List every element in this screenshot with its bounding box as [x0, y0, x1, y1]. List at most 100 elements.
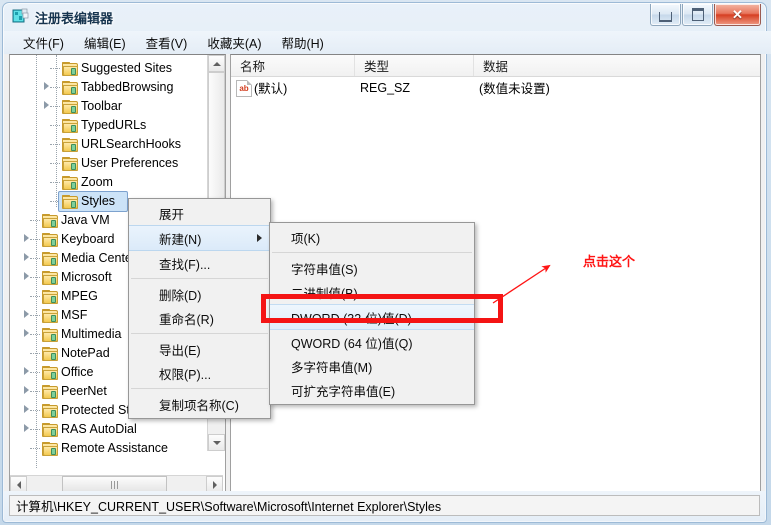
menu-item-label: 多字符串值(M): [291, 360, 373, 375]
ctx-rename[interactable]: 重命名(R): [129, 306, 270, 330]
tree-node-label: User Preferences: [81, 156, 179, 170]
regedit-icon: [12, 8, 29, 25]
expand-arrow-icon[interactable]: [42, 101, 51, 110]
folder-icon: [62, 137, 78, 152]
tree-node[interactable]: URLSearchHooks: [10, 134, 206, 153]
tree-connector: [30, 258, 40, 260]
menu-item-label: QWORD (64 位)值(Q): [291, 336, 413, 351]
submenu-arrow-icon: [257, 234, 262, 242]
ctx-delete[interactable]: 删除(D): [129, 282, 270, 306]
column-header-name[interactable]: 名称: [231, 55, 355, 76]
new-item-submenu[interactable]: 项(K) 字符串值(S) 二进制值(B) DWORD (32-位)值(D) QWORD …: [269, 222, 475, 405]
folder-icon: [42, 270, 58, 285]
tree-node-label: Keyboard: [61, 232, 115, 246]
expand-arrow-icon[interactable]: [22, 310, 31, 319]
tree-node[interactable]: Toolbar: [10, 96, 206, 115]
minimize-button[interactable]: [650, 4, 681, 26]
table-row[interactable]: ab (默认) REG_SZ (数值未设置): [231, 78, 760, 97]
sub-key[interactable]: 项(K): [270, 225, 474, 249]
context-menu[interactable]: 展开新建(N) 查找(F)... 删除(D) 重命名(R) 导出(E) 权限(P)... 复…: [128, 198, 271, 419]
tree-node[interactable]: TabbedBrowsing: [10, 77, 206, 96]
tree-connector: [30, 220, 40, 222]
expand-arrow-icon[interactable]: [22, 367, 31, 376]
menu-item-label: 重命名(R): [159, 312, 214, 327]
tree-node[interactable]: Suggested Sites: [10, 58, 206, 77]
sub-binary-value[interactable]: 二进制值(B): [270, 280, 474, 304]
chevron-right-icon: [212, 480, 217, 489]
sub-qword-value[interactable]: QWORD (64 位)值(Q): [270, 330, 474, 354]
column-header-data[interactable]: 数据: [474, 55, 760, 76]
folder-icon: [42, 384, 58, 399]
tree-node[interactable]: Remote Assistance: [10, 438, 206, 457]
folder-icon: [42, 365, 58, 380]
tree-node-label: TypedURLs: [81, 118, 147, 132]
menu-help[interactable]: 帮助(H): [272, 30, 332, 55]
tree-connector: [50, 144, 60, 146]
ctx-find[interactable]: 查找(F)...: [129, 251, 270, 275]
tree-node-label: NotePad: [61, 346, 110, 360]
folder-icon: [42, 441, 58, 456]
ctx-copy-key-name[interactable]: 复制项名称(C): [129, 392, 270, 416]
sub-dword-value[interactable]: DWORD (32-位)值(D): [270, 304, 474, 330]
tree-connector: [50, 106, 60, 108]
maximize-button[interactable]: [682, 4, 713, 26]
close-button[interactable]: ✕: [714, 4, 761, 26]
tree-connector: [50, 125, 60, 127]
menu-favorites[interactable]: 收藏夹(A): [198, 30, 270, 55]
tree-node[interactable]: User Preferences: [10, 153, 206, 172]
expand-arrow-icon[interactable]: [42, 82, 51, 91]
tree-connector: [50, 163, 60, 165]
expand-arrow-icon[interactable]: [22, 405, 31, 414]
expand-arrow-icon[interactable]: [22, 253, 31, 262]
folder-icon: [62, 99, 78, 114]
ctx-new[interactable]: 新建(N): [129, 225, 270, 251]
tree-node-label: TabbedBrowsing: [81, 80, 174, 94]
ctx-permissions[interactable]: 权限(P)...: [129, 361, 270, 385]
grip-icon: [111, 480, 118, 489]
sub-expandable-string-value[interactable]: 可扩充字符串值(E): [270, 378, 474, 402]
close-icon: ✕: [732, 7, 743, 22]
tree-node-content: Microsoft: [42, 270, 112, 285]
tree-node-content: TabbedBrowsing: [62, 80, 174, 95]
tree-connector: [30, 334, 40, 336]
tree-node-content: MSF: [42, 308, 87, 323]
minimize-icon: [659, 12, 672, 22]
tree-node[interactable]: RAS AutoDial: [10, 419, 206, 438]
tree-connector: [50, 68, 60, 70]
menu-separator: [272, 252, 472, 253]
tree-node-content: TypedURLs: [62, 118, 147, 133]
tree-node-content: Java VM: [42, 213, 110, 228]
status-bar: 计算机\HKEY_CURRENT_USER\Software\Microsoft…: [4, 491, 765, 521]
expand-arrow-icon[interactable]: [22, 424, 31, 433]
column-header-type[interactable]: 类型: [355, 55, 474, 76]
chevron-down-icon: [212, 440, 221, 445]
tree-connector: [30, 296, 40, 298]
tree-node-content: User Preferences: [62, 156, 179, 171]
sub-string-value[interactable]: 字符串值(S): [270, 256, 474, 280]
folder-icon: [62, 80, 78, 95]
menu-separator: [131, 333, 268, 334]
menu-view[interactable]: 查看(V): [137, 30, 197, 55]
expand-arrow-icon[interactable]: [22, 234, 31, 243]
ctx-export[interactable]: 导出(E): [129, 337, 270, 361]
folder-icon: [62, 156, 78, 171]
tree-node-label: Toolbar: [81, 99, 122, 113]
expand-arrow-icon[interactable]: [22, 272, 31, 281]
tree-connector: [30, 277, 40, 279]
tree-node[interactable]: Zoom: [10, 172, 206, 191]
tree-connector: [30, 372, 40, 374]
scroll-up-button[interactable]: [208, 55, 225, 72]
tree-node-label: RAS AutoDial: [61, 422, 137, 436]
ctx-expand[interactable]: 展开: [129, 201, 270, 225]
expand-arrow-icon[interactable]: [22, 386, 31, 395]
folder-icon: [42, 346, 58, 361]
scroll-down-button[interactable]: [208, 434, 225, 451]
sub-multi-string-value[interactable]: 多字符串值(M): [270, 354, 474, 378]
expand-arrow-icon[interactable]: [22, 329, 31, 338]
menu-edit[interactable]: 编辑(E): [75, 30, 135, 55]
folder-icon: [42, 232, 58, 247]
menu-file[interactable]: 文件(F): [14, 30, 73, 55]
tree-node[interactable]: TypedURLs: [10, 115, 206, 134]
menu-item-label: 展开: [159, 207, 185, 222]
tree-node-content: MPEG: [42, 289, 98, 304]
